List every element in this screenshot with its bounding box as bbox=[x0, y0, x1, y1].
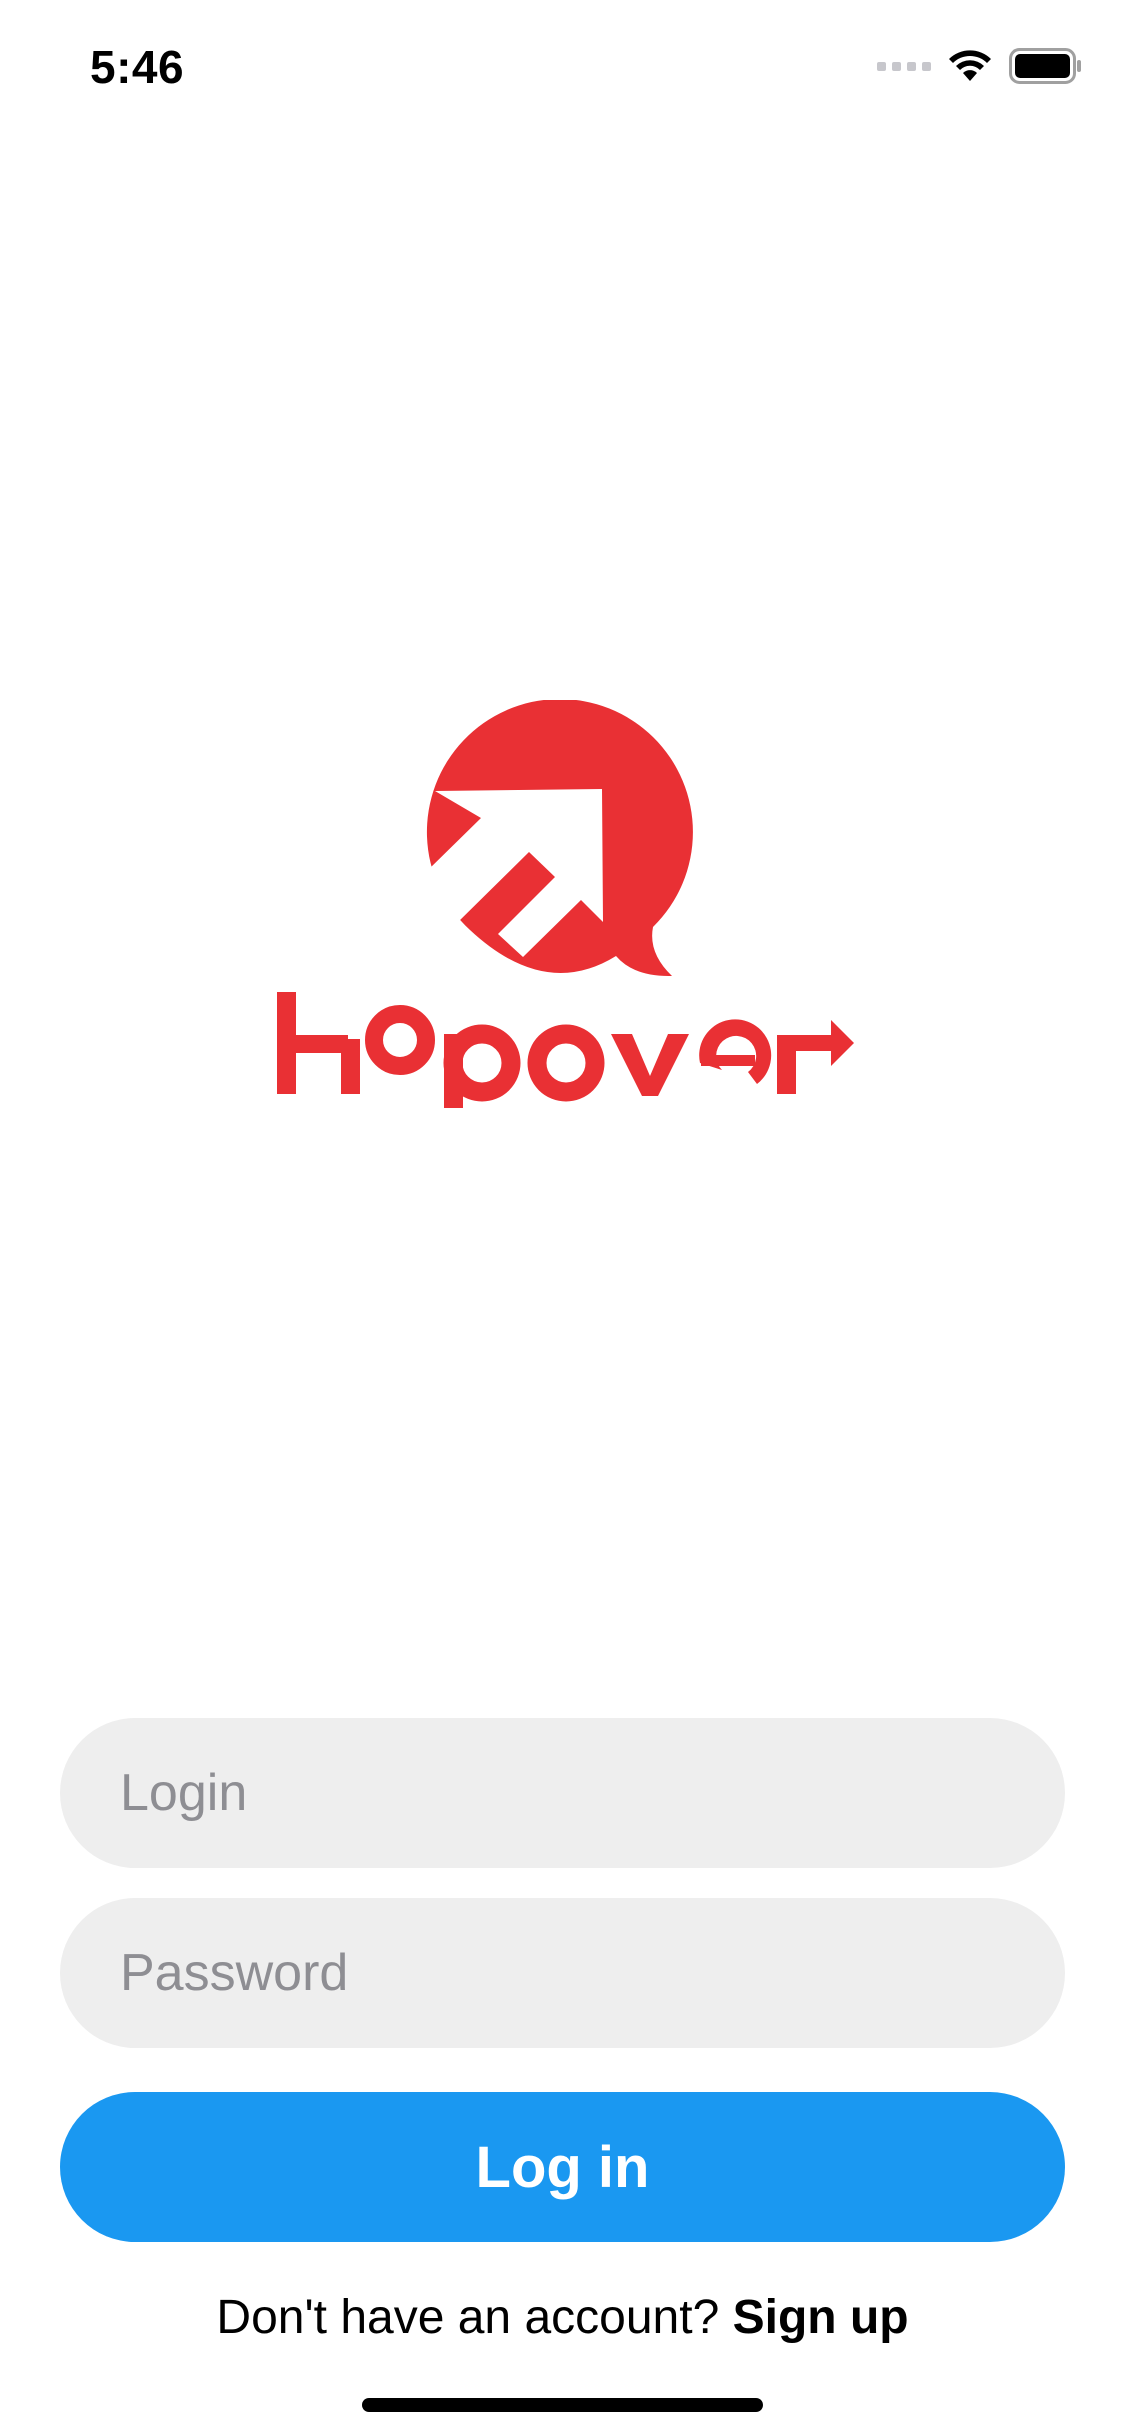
home-indicator[interactable] bbox=[362, 2398, 763, 2412]
status-bar: 5:46 bbox=[0, 0, 1125, 132]
cellular-signal-icon bbox=[877, 61, 931, 71]
status-time: 5:46 bbox=[90, 41, 185, 93]
password-input[interactable] bbox=[60, 1898, 1065, 2048]
signup-link[interactable]: Sign up bbox=[733, 2291, 909, 2344]
battery-icon bbox=[1009, 48, 1081, 84]
login-input[interactable] bbox=[60, 1718, 1065, 1868]
status-icons bbox=[877, 48, 1083, 84]
logo-wordmark bbox=[277, 992, 854, 1108]
signup-prompt: Don't have an account? bbox=[216, 2291, 733, 2344]
signup-row: Don't have an account? Sign up bbox=[0, 2290, 1125, 2345]
hopover-logo-icon bbox=[277, 700, 854, 1108]
login-screen: 5:46 Login Log in Don't have an account?… bbox=[0, 0, 1125, 2436]
wifi-icon bbox=[949, 50, 991, 81]
login-button[interactable]: Log in bbox=[60, 2092, 1065, 2242]
